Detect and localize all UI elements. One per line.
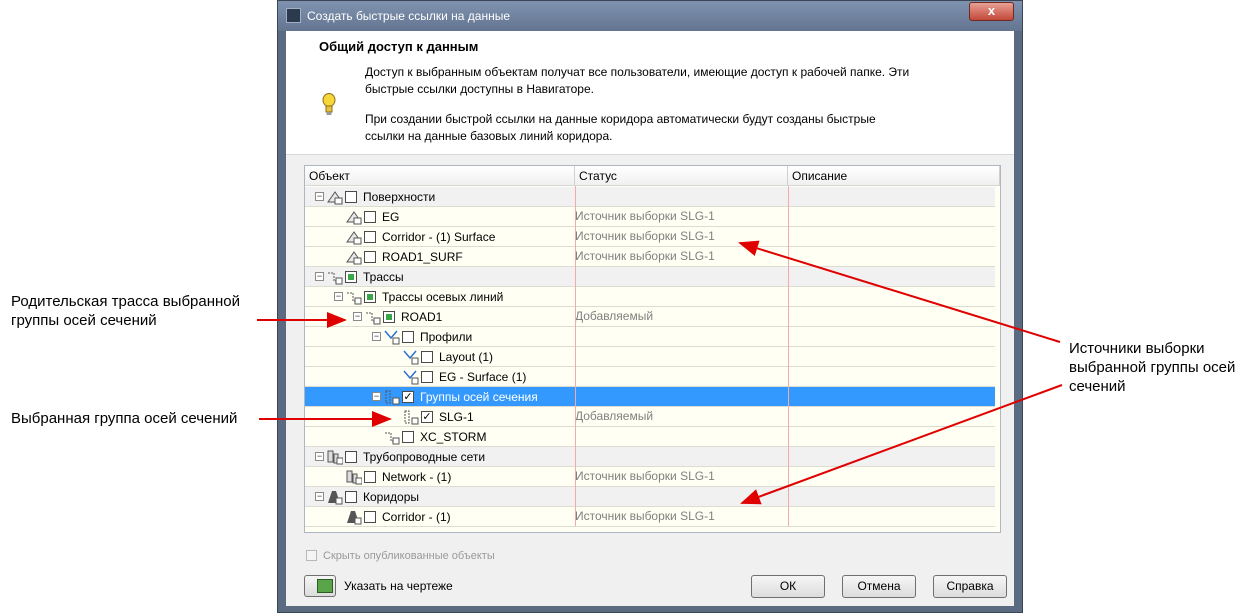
- arrow-sources-upper: [738, 240, 1061, 343]
- arrow-sources-lower: [740, 384, 1063, 505]
- annotation-arrows: [257, 240, 1063, 505]
